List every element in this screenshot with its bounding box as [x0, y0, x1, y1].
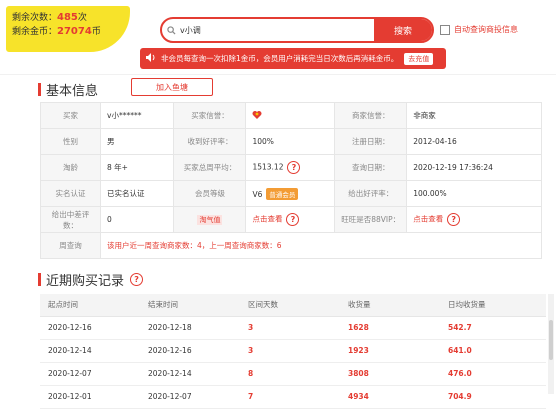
table-row: 2020-12-07 2020-12-14 8 3808 476.0: [40, 362, 546, 386]
info-row: 实名认证 已实名认证 会员等级 V6 普通会员 给出好评率： 100.00%: [40, 180, 542, 207]
table-row: 2020-12-16 2020-12-18 3 1628 542.7: [40, 316, 546, 340]
help-icon[interactable]: ?: [287, 161, 301, 174]
weekly-query-text: 该用户近一周查询商家数：4，上一周查询商家数：6: [100, 232, 542, 259]
naughty-value-link[interactable]: 点击查看: [252, 215, 282, 224]
recharge-button[interactable]: 去充值: [404, 52, 434, 65]
purchases-title: 近期购买记录 ?: [38, 270, 144, 289]
auto-query-checkbox[interactable]: [440, 24, 450, 35]
account-balance-badge: 剩余次数：485次 剩余金币：27074币: [6, 6, 130, 52]
help-icon[interactable]: ?: [286, 213, 300, 226]
search-input[interactable]: [180, 19, 374, 41]
remaining-times: 485: [57, 12, 78, 23]
basic-info-table: 买家 v小****** 买家信誉： 商家信誉： 非商家 性别 男 收到好评率： …: [40, 102, 542, 259]
info-row: 周查询 该用户近一周查询商家数：4，上一周查询商家数：6: [40, 232, 542, 259]
info-row: 买家 v小****** 买家信誉： 商家信誉： 非商家: [40, 102, 542, 129]
divider: [0, 74, 556, 75]
table-row: 2020-12-01 2020-12-07 7 4934 704.9: [40, 385, 546, 409]
basic-info-title: 基本信息: [38, 80, 98, 99]
remaining-coins: 27074: [57, 26, 92, 37]
info-row: 淘龄 8 年+ 买家总周平均： 1513.12? 查询日期： 2020-12-1…: [40, 154, 542, 181]
table-scrollbar[interactable]: [548, 294, 554, 394]
auto-query-label: 自动查询商投信息: [454, 25, 518, 34]
title-accent-bar: [38, 273, 41, 286]
speaker-icon: [146, 52, 156, 65]
buyer-name: v小******: [99, 102, 175, 129]
notice-text: 非会员每查询一次扣除1金币，会员用户消耗完当日次数后再消耗金币。: [161, 54, 399, 63]
help-icon[interactable]: ?: [447, 213, 461, 226]
search-bar: 搜索: [160, 17, 434, 43]
table-row: 2020-12-14 2020-12-16 3 1923 641.0: [40, 339, 546, 363]
purchase-table: 起点时间 结束时间 区间天数 收货量 日均收货量 2020-12-16 2020…: [40, 294, 546, 409]
remaining-times-row: 剩余次数：485次: [12, 12, 87, 23]
buyer-credit-cell: [245, 102, 336, 129]
heart-medal-icon: [252, 111, 262, 122]
notice-bar: 非会员每查询一次扣除1金币，会员用户消耗完当日次数后再消耗金币。 去充值: [140, 48, 446, 69]
vip88-link[interactable]: 点击查看: [413, 215, 443, 224]
table-header: 起点时间 结束时间 区间天数 收货量 日均收货量: [40, 294, 546, 317]
auto-query-option[interactable]: 自动查询商投信息: [440, 24, 518, 35]
member-level-badge: 普通会员: [266, 187, 299, 200]
remaining-coins-row: 剩余金币：27074币: [12, 26, 101, 37]
info-row: 性别 男 收到好评率： 100% 注册日期： 2012-04-16: [40, 128, 542, 155]
title-accent-bar: [38, 83, 41, 96]
info-row: 给出中差评数： 0 淘气值 点击查看? 旺旺是否88VIP： 点击查看?: [40, 206, 542, 233]
scrollbar-thumb[interactable]: [549, 320, 553, 360]
help-icon[interactable]: ?: [130, 273, 144, 286]
search-button[interactable]: 搜索: [374, 19, 432, 41]
add-to-fishpond-button[interactable]: 加入鱼塘: [131, 78, 213, 96]
search-icon: [162, 19, 180, 41]
